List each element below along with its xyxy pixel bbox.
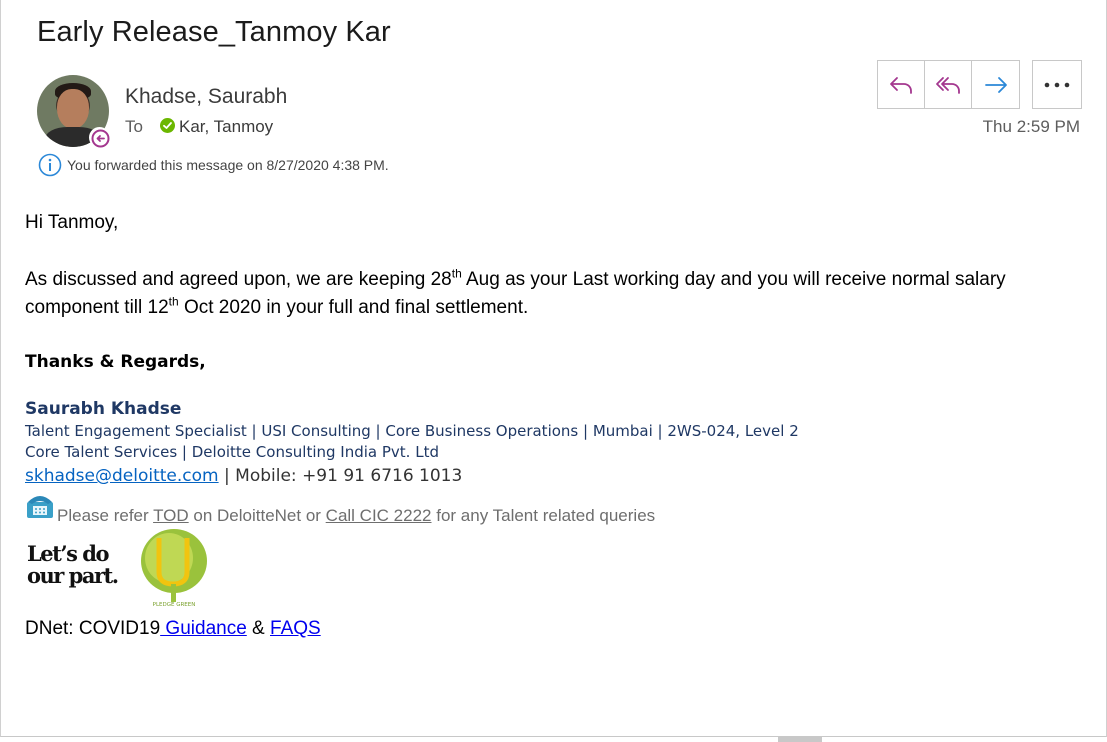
more-options-button[interactable] [1032,60,1082,109]
signature-refer-line: Please refer TOD on DeloitteNet or Call … [57,506,655,526]
recipient-name[interactable]: Kar, Tanmoy [179,117,273,137]
signature-name: Saurabh Khadse [25,399,182,419]
forward-button[interactable] [972,61,1019,108]
signature-title-line: Talent Engagement Specialist | USI Consu… [25,422,799,440]
email-greeting: Hi Tanmoy, [25,212,119,233]
forwarded-info-text: You forwarded this message on 8/27/2020 … [67,157,389,173]
signature-contact-line: skhadse@deloitte.com | Mobile: +91 91 67… [25,466,462,486]
text-segment: DNet: COVID19 [25,618,161,639]
to-label: To [125,117,143,136]
text-segment: for any Talent related queries [431,506,656,525]
ordinal-suffix: th [168,294,179,309]
avatar-face [57,89,89,129]
reply-all-button[interactable] [925,61,972,108]
tod-link[interactable]: TOD [153,506,189,525]
signature-company-line: Core Talent Services | Deloitte Consulti… [25,443,439,461]
guidance-link[interactable]: Guidance [160,618,246,639]
text-segment: Oct 2020 in your full and final settleme… [178,297,529,318]
reply-icon [890,76,912,94]
email-paragraph-line1: As discussed and agreed upon, we are kee… [25,266,1006,291]
received-time: Thu 2:59 PM [982,117,1080,136]
faqs-link[interactable]: FAQS [270,618,321,639]
text-segment: Please refer [57,506,154,525]
dnet-covid-line: DNet: COVID19 Guidance & FAQS [25,618,321,640]
mobile-label: Mobile: [235,466,303,486]
info-icon [38,153,62,177]
text-segment: As discussed and agreed upon, we are kee… [25,269,452,290]
forwarded-badge-icon [89,127,110,148]
text-segment: & [246,618,271,639]
reply-actions-group [877,60,1020,109]
presence-available-icon [160,118,175,133]
phone-icon [27,496,53,518]
signature-email-link[interactable]: skhadse@deloitte.com [25,466,219,486]
mobile-number: +91 91 6716 1013 [302,466,463,486]
horizontal-scrollbar-thumb[interactable] [778,737,822,742]
text-segment: Aug as your Last working day and you wil… [461,269,1006,290]
reply-all-icon [936,76,960,94]
separator: | [218,466,236,486]
more-options-icon [1044,82,1070,87]
logo-line: Let’s do [27,541,109,566]
email-subject: Early Release_Tanmoy Kar [37,16,391,48]
text-segment: component till 12 [25,297,169,318]
pledge-green-logo: PLEDGE GREEN [141,529,207,608]
text-segment: on DeloitteNet or [188,506,326,525]
ordinal-suffix: th [451,266,462,281]
lets-do-our-part-logo: Let’s do our part. [27,541,119,588]
logo-line: our part. [27,563,119,588]
email-paragraph-line2: component till 12th Oct 2020 in your ful… [25,294,529,319]
green-logo-text: PLEDGE GREEN [153,602,196,608]
call-cic-link[interactable]: Call CIC 2222 [326,506,432,525]
email-regards: Thanks & Regards, [25,352,206,372]
forward-icon [984,76,1007,93]
reply-button[interactable] [878,61,925,108]
sender-name[interactable]: Khadse, Saurabh [125,85,287,109]
